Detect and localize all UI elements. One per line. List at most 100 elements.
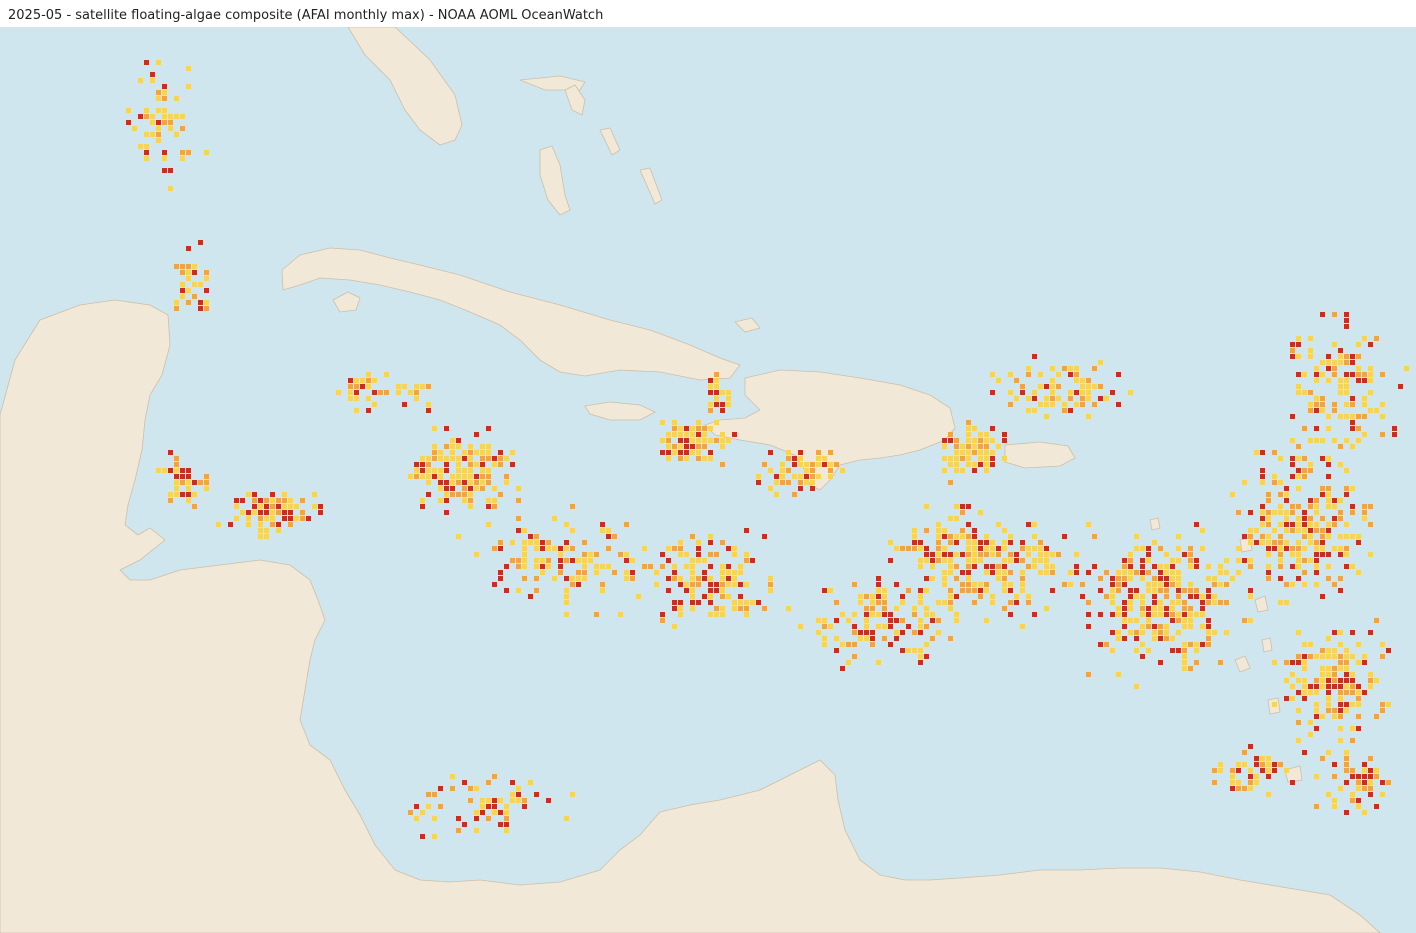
algae-pixel — [366, 408, 371, 413]
algae-pixel — [1260, 474, 1265, 479]
algae-pixel — [894, 636, 899, 641]
algae-pixel — [1314, 378, 1319, 383]
algae-pixel — [1224, 570, 1229, 575]
algae-pixel — [498, 798, 503, 803]
algae-pixel — [768, 576, 773, 581]
algae-pixel — [1314, 438, 1319, 443]
algae-pixel — [684, 444, 689, 449]
algae-pixel — [474, 786, 479, 791]
algae-pixel — [1308, 558, 1313, 563]
algae-pixel — [1296, 738, 1301, 743]
algae-pixel — [1122, 564, 1127, 569]
algae-pixel — [1272, 660, 1277, 665]
algae-pixel — [948, 462, 953, 467]
algae-pixel — [1032, 612, 1037, 617]
algae-pixel — [1050, 378, 1055, 383]
algae-pixel — [1338, 684, 1343, 689]
algae-pixel — [900, 630, 905, 635]
algae-pixel — [1164, 564, 1169, 569]
algae-pixel — [468, 492, 473, 497]
algae-pixel — [1014, 378, 1019, 383]
algae-pixel — [708, 456, 713, 461]
algae-pixel — [1362, 336, 1367, 341]
algae-pixel — [582, 576, 587, 581]
algae-pixel — [744, 528, 749, 533]
algae-pixel — [1344, 654, 1349, 659]
algae-pixel — [258, 534, 263, 539]
algae-pixel — [1140, 600, 1145, 605]
algae-pixel — [270, 504, 275, 509]
algae-pixel — [264, 528, 269, 533]
algae-pixel — [1350, 420, 1355, 425]
algae-pixel — [1188, 564, 1193, 569]
algae-pixel — [792, 492, 797, 497]
algae-pixel — [1248, 558, 1253, 563]
algae-pixel — [972, 534, 977, 539]
algae-pixel — [720, 570, 725, 575]
algae-pixel — [498, 576, 503, 581]
algae-pixel — [498, 570, 503, 575]
algae-pixel — [1188, 546, 1193, 551]
algae-pixel — [420, 834, 425, 839]
algae-pixel — [912, 534, 917, 539]
algae-pixel — [672, 606, 677, 611]
algae-pixel — [1050, 552, 1055, 557]
algae-pixel — [1296, 372, 1301, 377]
algae-pixel — [1194, 564, 1199, 569]
algae-pixel — [978, 438, 983, 443]
algae-pixel — [1200, 606, 1205, 611]
algae-pixel — [768, 468, 773, 473]
algae-pixel — [1314, 540, 1319, 545]
algae-pixel — [576, 576, 581, 581]
algae-pixel — [558, 546, 563, 551]
algae-pixel — [618, 552, 623, 557]
algae-pixel — [966, 420, 971, 425]
algae-pixel — [1188, 558, 1193, 563]
algae-pixel — [672, 576, 677, 581]
algae-pixel — [168, 114, 173, 119]
algae-pixel — [1320, 714, 1325, 719]
algae-pixel — [678, 600, 683, 605]
algae-pixel — [1362, 786, 1367, 791]
algae-pixel — [876, 588, 881, 593]
algae-pixel — [1092, 402, 1097, 407]
algae-pixel — [666, 432, 671, 437]
algae-pixel — [666, 450, 671, 455]
algae-pixel — [1344, 678, 1349, 683]
algae-pixel — [1254, 774, 1259, 779]
algae-pixel — [264, 534, 269, 539]
algae-pixel — [174, 264, 179, 269]
algae-pixel — [1146, 606, 1151, 611]
algae-map[interactable] — [0, 27, 1416, 933]
algae-pixel — [1242, 534, 1247, 539]
algae-pixel — [852, 612, 857, 617]
algae-pixel — [1326, 696, 1331, 701]
algae-pixel — [1362, 396, 1367, 401]
algae-pixel — [564, 588, 569, 593]
algae-pixel — [1170, 582, 1175, 587]
algae-pixel — [510, 558, 515, 563]
algae-pixel — [1290, 582, 1295, 587]
algae-pixel — [1350, 354, 1355, 359]
algae-pixel — [942, 534, 947, 539]
algae-pixel — [666, 438, 671, 443]
algae-pixel — [1326, 684, 1331, 689]
algae-pixel — [1194, 588, 1199, 593]
algae-pixel — [1236, 558, 1241, 563]
algae-pixel — [1284, 486, 1289, 491]
algae-pixel — [1254, 762, 1259, 767]
algae-pixel — [1008, 372, 1013, 377]
algae-pixel — [786, 468, 791, 473]
algae-pixel — [888, 642, 893, 647]
algae-pixel — [174, 456, 179, 461]
algae-pixel — [594, 570, 599, 575]
algae-pixel — [1026, 564, 1031, 569]
algae-pixel — [396, 390, 401, 395]
algae-pixel — [276, 522, 281, 527]
algae-pixel — [432, 468, 437, 473]
algae-pixel — [552, 516, 557, 521]
algae-pixel — [1380, 708, 1385, 713]
algae-pixel — [1074, 564, 1079, 569]
algae-pixel — [534, 588, 539, 593]
algae-pixel — [186, 486, 191, 491]
